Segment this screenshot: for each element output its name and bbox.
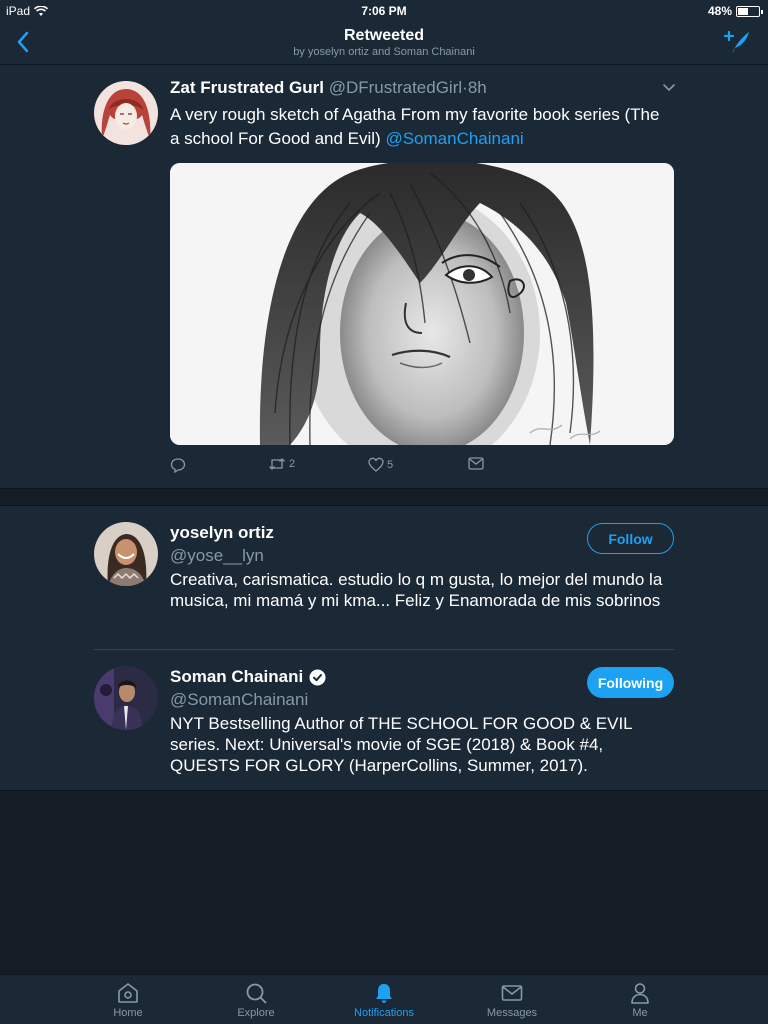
tweet[interactable]: Zat Frustrated Gurl @DFrustratedGirl·8h … [0,65,768,489]
battery-icon [736,5,763,17]
direct-message-icon [468,457,484,470]
user-name[interactable]: Soman Chainani [170,667,326,687]
tweet-header: Zat Frustrated Gurl @DFrustratedGirl·8h [170,78,487,98]
user-name-text: Soman Chainani [170,667,304,686]
battery-percent: 48% [707,4,732,18]
user-handle[interactable]: @yose__lyn [170,546,264,566]
retweet-button[interactable]: 2 [268,457,295,471]
reply-button[interactable] [170,457,189,473]
direct-message-button[interactable] [468,457,484,470]
tweet-text: A very rough sketch of Agatha From my fa… [170,103,670,151]
following-button[interactable]: Following [587,667,674,698]
tab-me-label: Me [632,1007,648,1019]
user-bio: NYT Bestselling Author of THE SCHOOL FOR… [170,714,632,775]
tab-messages[interactable]: Messages [462,981,562,1019]
home-icon [118,983,138,1003]
page-title: Retweeted [343,27,425,44]
user-row[interactable]: Soman Chainani @SomanChainani NYT Bestse… [0,650,768,792]
tab-explore[interactable]: Explore [206,981,306,1019]
chevron-down-icon[interactable] [662,83,676,93]
tweet-actions: 2 5 [170,457,500,477]
tab-explore-label: Explore [237,1007,275,1019]
tab-home[interactable]: Home [78,981,178,1019]
nav-bar: Retweeted by yoselyn ortiz and Soman Cha… [0,20,768,65]
verified-badge-icon [309,669,326,685]
user-handle[interactable]: @SomanChainani [170,690,308,710]
person-icon [631,983,649,1004]
user-name-text: yoselyn ortiz [170,523,274,542]
retweet-count: 2 [289,458,296,470]
like-count: 5 [387,458,394,471]
envelope-icon [501,985,523,1001]
tweet-author-name[interactable]: Zat Frustrated Gurl [170,78,324,97]
status-bar: iPad 7:06 PM 48% [0,0,768,20]
user-row[interactable]: yoselyn ortiz @yose__lyn Creativa, caris… [0,506,768,649]
search-icon [246,983,267,1004]
bell-icon [376,984,392,1003]
tweet-author-avatar[interactable] [94,81,158,145]
retweeters-list: yoselyn ortiz @yose__lyn Creativa, caris… [0,505,768,791]
tweet-timestamp: 8h [467,78,487,97]
like-icon [368,457,384,472]
user-avatar[interactable] [94,666,158,730]
status-time: 7:06 PM [361,4,407,18]
status-right: 48% [707,4,763,18]
tweet-mention-link[interactable]: @SomanChainani [385,129,523,148]
user-name[interactable]: yoselyn ortiz [170,523,274,543]
tab-me[interactable]: Me [590,981,690,1019]
tab-notifications-label: Notifications [354,1007,414,1019]
tab-notifications[interactable]: Notifications [334,981,434,1019]
like-button[interactable]: 5 [368,457,393,472]
compose-tweet-icon[interactable] [722,28,752,56]
user-avatar[interactable] [94,522,158,586]
follow-button[interactable]: Follow [587,523,674,554]
tab-messages-label: Messages [486,1007,538,1019]
tweet-author-handle[interactable]: @DFrustratedGirl [329,78,462,97]
user-bio: Creativa, carismatica. estudio lo q m gu… [170,570,663,610]
reply-icon [170,458,186,473]
tab-bar: Home Explore Notifications Messages Me [0,974,768,1024]
tweet-media-image[interactable] [170,163,674,445]
tab-home-label: Home [113,1007,143,1019]
retweet-icon [269,458,285,470]
page-subtitle: by yoselyn ortiz and Soman Chainani [293,46,475,58]
